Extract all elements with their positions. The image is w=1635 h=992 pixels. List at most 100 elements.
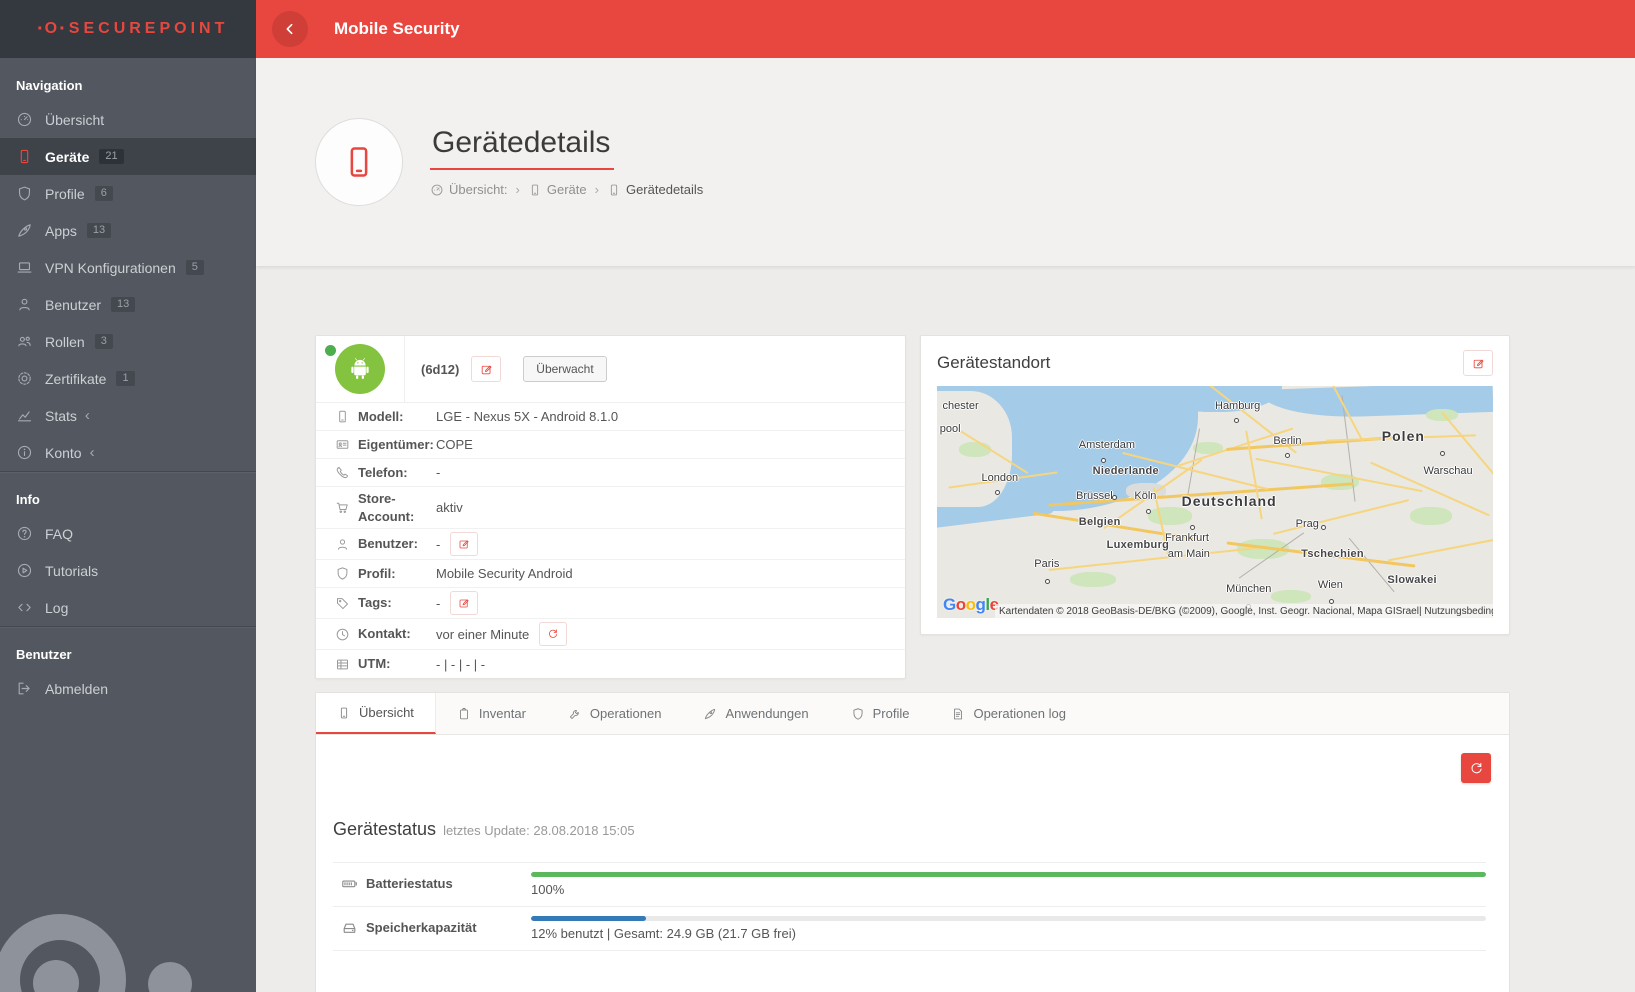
- map-label-city: Köln: [1134, 490, 1156, 502]
- row-label: Eigentümer:: [358, 436, 434, 454]
- phone-icon: [335, 409, 350, 424]
- battery-icon: [341, 875, 358, 892]
- map-label-city: Frankfurt: [1165, 532, 1209, 544]
- edit-device-name-button[interactable]: [471, 356, 501, 382]
- refresh-kontakt-button[interactable]: [539, 622, 567, 646]
- edit-benutzer-button[interactable]: [450, 532, 478, 556]
- breadcrumb-separator: ›: [595, 182, 599, 197]
- location-card-title: Gerätestandort: [937, 353, 1050, 373]
- google-logo[interactable]: Google: [943, 595, 999, 615]
- sidebar-item-zertifikate[interactable]: Zertifikate 1: [0, 360, 256, 397]
- device-location-card: Gerätestandort: [920, 335, 1510, 635]
- sidebar-item-geraete[interactable]: Geräte 21: [0, 138, 256, 175]
- device-row-kontakt: Kontakt: vor einer Minute: [316, 619, 905, 650]
- map-label-country: Belgien: [1079, 516, 1121, 528]
- map-label-city: Berlin: [1273, 435, 1301, 447]
- row-value: aktiv: [436, 500, 463, 515]
- google-map[interactable]: chesterpoolLondonAmsterdamNiederlandeHam…: [937, 386, 1493, 618]
- play-icon: [16, 562, 33, 579]
- row-label: UTM:: [358, 655, 391, 673]
- sidebar-item-apps[interactable]: Apps 13: [0, 212, 256, 249]
- google-logo-letter: o: [966, 595, 976, 614]
- page-content: (6d12) Überwacht Modell: LGE - Nexus 5X …: [256, 266, 1635, 992]
- terms-link[interactable]: Nutzungsbedingungen: [1424, 606, 1493, 617]
- sidebar-item-label: Zertifikate: [45, 371, 106, 387]
- google-logo-letter: o: [956, 595, 966, 614]
- device-row-store-account: Store-Account: aktiv: [316, 487, 905, 529]
- row-label: Store-Account:: [358, 490, 436, 525]
- cart-icon: [335, 500, 350, 515]
- refresh-status-button[interactable]: [1461, 753, 1491, 783]
- tab-uebersicht[interactable]: Übersicht: [316, 693, 436, 734]
- map-label-country: Slowakei: [1387, 574, 1436, 586]
- tab-operationen[interactable]: Operationen: [547, 693, 683, 734]
- sidebar-item-rollen[interactable]: Rollen 3: [0, 323, 256, 360]
- sidebar-item-konto[interactable]: Konto ‹: [0, 434, 256, 471]
- map-road: [1272, 499, 1408, 535]
- pencil-square-icon: [480, 363, 493, 376]
- group-icon: [16, 333, 33, 350]
- sidebar-item-faq[interactable]: FAQ: [0, 515, 256, 552]
- sidebar-section-info: Info FAQ Tutorials Log: [0, 471, 256, 626]
- count-badge: 13: [87, 223, 111, 238]
- sidebar-item-tutorials[interactable]: Tutorials: [0, 552, 256, 589]
- logout-icon: [16, 680, 33, 697]
- gauge-icon: [16, 111, 33, 128]
- row-label: Modell:: [358, 408, 404, 426]
- row-label: Kontakt:: [358, 625, 411, 643]
- phone-icon: [528, 183, 542, 197]
- tab-operationen-log[interactable]: Operationen log: [930, 693, 1087, 734]
- device-id: (6d12): [421, 362, 459, 377]
- brand-dot: ·: [59, 18, 66, 41]
- tab-inventar[interactable]: Inventar: [436, 693, 547, 734]
- tab-label: Profile: [873, 706, 910, 721]
- device-detail-panel: Übersicht Inventar Operationen Anwendung…: [315, 692, 1510, 992]
- tab-profile[interactable]: Profile: [830, 693, 931, 734]
- sidebar-item-benutzer[interactable]: Benutzer 13: [0, 286, 256, 323]
- back-button[interactable]: [272, 11, 308, 47]
- phone-icon: [16, 148, 33, 165]
- sidebar-section-navigation: Navigation Übersicht Geräte 21 Profile 6…: [0, 58, 256, 471]
- monitored-badge-button[interactable]: Überwacht: [523, 356, 606, 382]
- map-label-city: London: [981, 472, 1018, 484]
- brand-ring: O: [45, 20, 58, 38]
- row-value: -: [436, 596, 440, 611]
- map-forest: [1410, 507, 1452, 525]
- sidebar-item-label: Tutorials: [45, 563, 98, 579]
- brand-logo[interactable]: ·O·SECUREPOINT: [0, 0, 256, 58]
- seal-icon: [16, 370, 33, 387]
- sidebar-item-vpn-konfigurationen[interactable]: VPN Konfigurationen 5: [0, 249, 256, 286]
- edit-location-button[interactable]: [1463, 350, 1493, 376]
- tab-anwendungen[interactable]: Anwendungen: [682, 693, 829, 734]
- row-label: Profil:: [358, 565, 396, 583]
- battery-value: 100%: [531, 882, 1486, 897]
- sidebar-item-stats[interactable]: Stats ‹: [0, 397, 256, 434]
- sidebar-section-title: Navigation: [0, 64, 256, 101]
- online-status-dot: [325, 345, 336, 356]
- row-label: Benutzer:: [358, 535, 418, 553]
- sidebar-item-log[interactable]: Log: [0, 589, 256, 626]
- breadcrumb-uebersicht[interactable]: Übersicht:: [430, 182, 508, 197]
- breadcrumb-geraetedetails: Gerätedetails: [607, 182, 703, 197]
- tab-label: Operationen log: [973, 706, 1066, 721]
- edit-tags-button[interactable]: [450, 591, 478, 615]
- map-forest: [1148, 507, 1192, 525]
- sidebar-item-label: Log: [45, 600, 68, 616]
- count-badge: 3: [95, 334, 113, 349]
- sidebar-item-label: Geräte: [45, 149, 89, 165]
- sidebar-section-title: Benutzer: [0, 633, 256, 670]
- sidebar: ·O·SECUREPOINT Navigation Übersicht Gerä…: [0, 0, 256, 992]
- sidebar-item-abmelden[interactable]: Abmelden: [0, 670, 256, 707]
- status-table: Batteriestatus 100% Speicherkapazität: [333, 862, 1486, 951]
- storage-value: 12% benutzt | Gesamt: 24.9 GB (21.7 GB f…: [531, 926, 1486, 941]
- sidebar-item-profile[interactable]: Profile 6: [0, 175, 256, 212]
- breadcrumb-geraete[interactable]: Geräte: [528, 182, 587, 197]
- map-label-city: Hamburg: [1215, 400, 1260, 412]
- pencil-square-icon: [458, 538, 470, 550]
- row-value: LGE - Nexus 5X - Android 8.1.0: [436, 409, 618, 424]
- person-icon: [335, 537, 350, 552]
- count-badge: 5: [186, 260, 204, 275]
- wrench-icon: [568, 707, 582, 721]
- sidebar-item-uebersicht[interactable]: Übersicht: [0, 101, 256, 138]
- chevron-left-icon: [282, 21, 298, 37]
